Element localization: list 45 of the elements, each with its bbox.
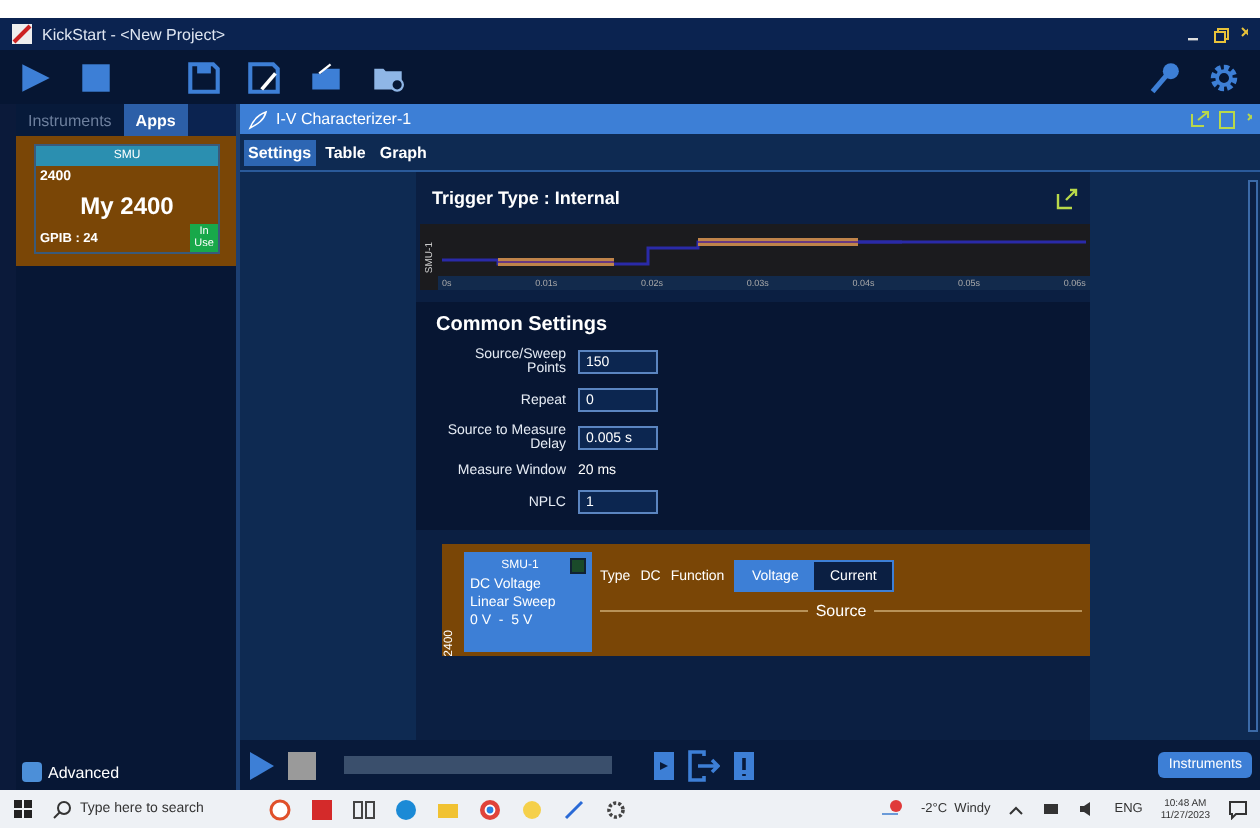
weather-icon [879,797,903,821]
export-icon[interactable] [688,749,720,781]
key-icon[interactable] [1148,61,1180,93]
stop-icon[interactable] [80,61,112,93]
sidebar-tab[interactable]: Apps [123,104,188,136]
windows-start-icon[interactable] [12,798,34,820]
advanced-label[interactable]: Advanced [48,763,120,781]
section-label: Source [815,602,867,620]
app-icon[interactable] [310,797,334,821]
popout-icon[interactable] [1056,187,1078,209]
maximize-icon[interactable] [1218,109,1238,129]
browser-icon[interactable] [478,797,502,821]
sidebar-tab[interactable]: Instruments [16,104,124,136]
run-file-icon[interactable] [652,749,676,781]
app-logo-icon [12,24,32,44]
settings-icon[interactable] [1208,61,1240,93]
save-icon[interactable] [188,61,220,93]
task-view-icon[interactable] [352,797,376,821]
stop-icon[interactable] [288,749,316,781]
chevron-up-icon[interactable] [1008,801,1025,817]
expand-icon[interactable] [22,762,42,782]
search-icon [52,799,72,819]
network-icon[interactable] [1042,800,1061,818]
settings-icon[interactable] [604,797,628,821]
browser-icon[interactable] [394,797,418,821]
pen-icon[interactable] [562,797,586,821]
section-title: Common Settings [436,314,610,336]
alarm-clock-icon[interactable] [268,797,292,821]
save-as-icon[interactable] [248,61,280,93]
trigger-type-label: Trigger Type : Internal [432,188,620,208]
checkbox[interactable] [570,558,586,574]
notification-icon[interactable] [1228,799,1248,819]
window-title: KickStart - <New Project> [42,25,226,43]
alert-icon[interactable] [732,749,756,781]
panel-tab[interactable]: Settings [244,139,316,165]
panel-tab[interactable]: Table [321,139,370,165]
open-folder-icon[interactable] [308,61,344,93]
instrument-name: My 2400 [78,190,176,224]
play-icon[interactable] [248,749,276,781]
panel-tab[interactable]: Graph [375,139,431,165]
scrollbar[interactable] [1248,180,1258,732]
panel-title: I-V Characterizer-1 [276,110,412,128]
feather-icon [248,109,268,129]
play-icon[interactable] [20,61,52,93]
restore-icon[interactable] [1212,25,1230,43]
